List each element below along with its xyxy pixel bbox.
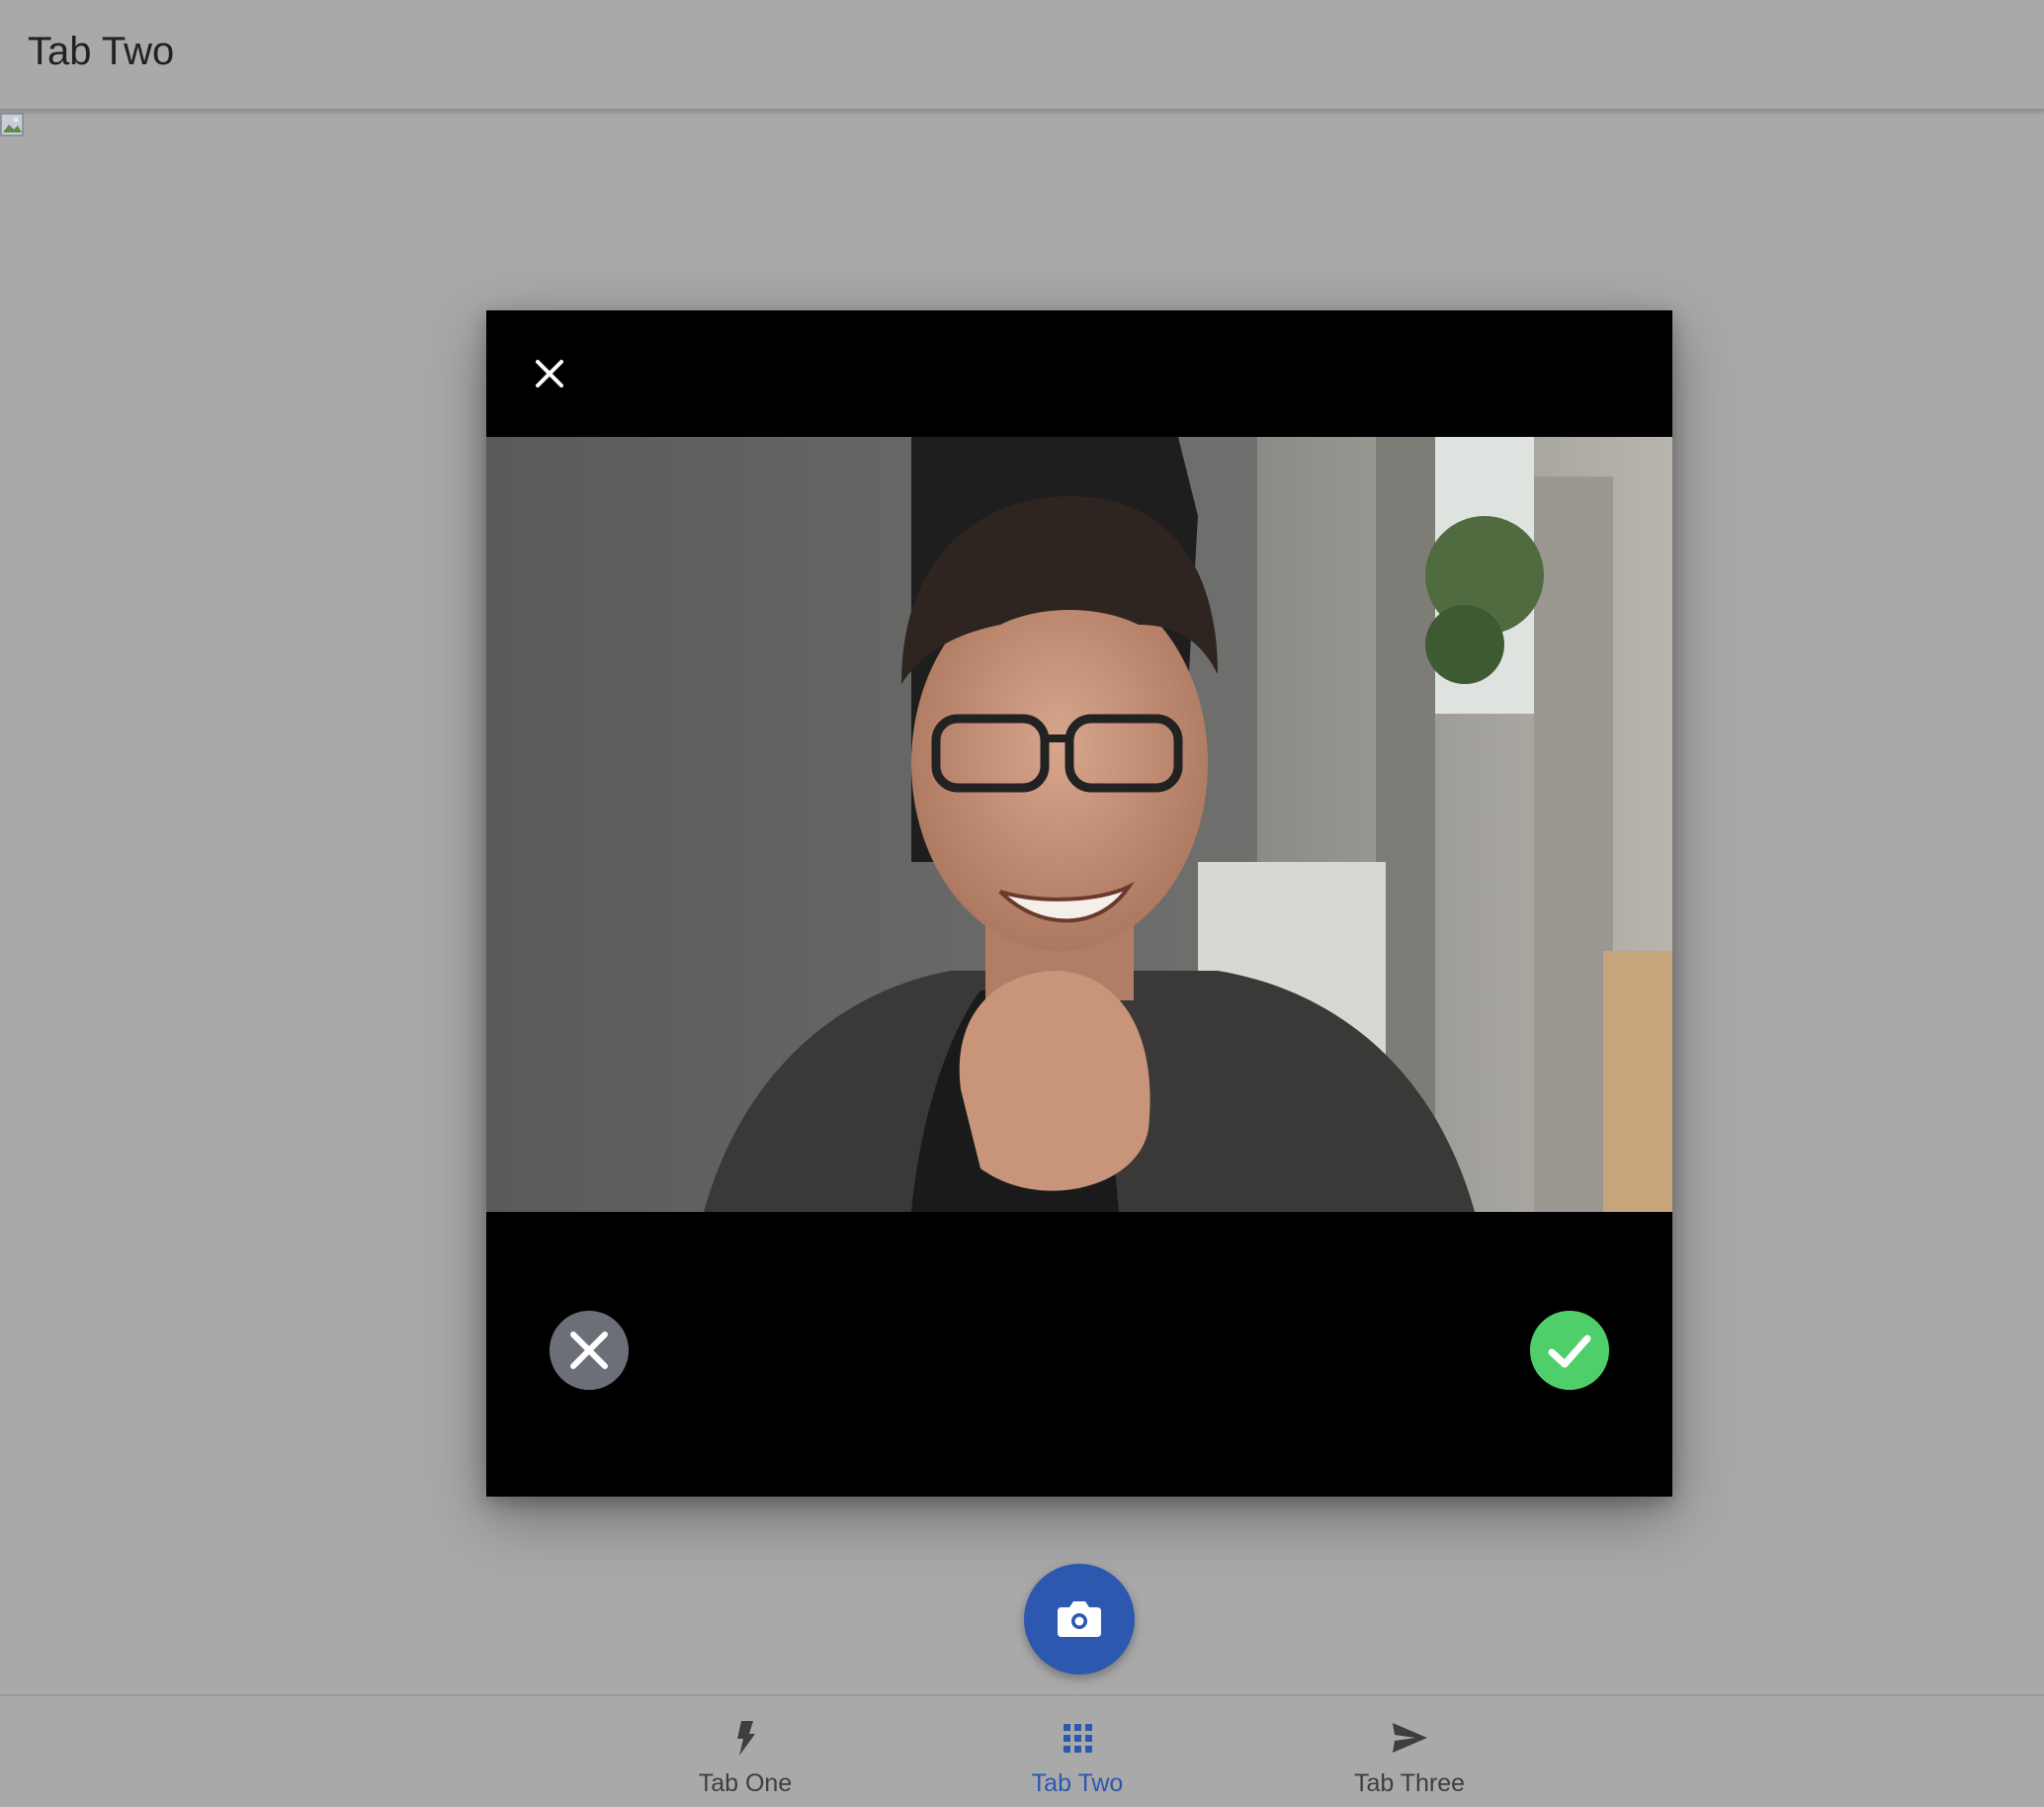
tab-two[interactable]: Tab Two xyxy=(959,1696,1196,1807)
tab-bar: Tab One Tab Two Tab Three xyxy=(0,1694,2044,1807)
tab-three[interactable]: Tab Three xyxy=(1291,1696,1528,1807)
tab-three-label: Tab Three xyxy=(1353,1769,1466,1797)
accept-check-icon[interactable] xyxy=(1530,1311,1609,1390)
tab-one-label: Tab One xyxy=(698,1769,793,1797)
tab-one[interactable]: Tab One xyxy=(627,1696,864,1807)
apps-grid-icon xyxy=(1064,1724,1092,1753)
broken-image-icon xyxy=(0,113,24,136)
camera-preview-modal xyxy=(486,310,1672,1497)
tab-two-label: Tab Two xyxy=(1031,1769,1124,1797)
toolbar: Tab Two xyxy=(0,0,2044,111)
close-icon[interactable] xyxy=(526,350,573,397)
app: Tab Two Tab One Tab Two Tab Three xyxy=(0,0,2044,1807)
flash-icon xyxy=(737,1721,755,1756)
send-icon xyxy=(1393,1723,1427,1753)
selfie-photo xyxy=(486,437,1672,1212)
page-title: Tab Two xyxy=(28,30,175,73)
camera-fab-button[interactable] xyxy=(1024,1564,1135,1675)
camera-icon xyxy=(1058,1601,1101,1637)
discard-circle-x-icon[interactable] xyxy=(550,1311,629,1390)
